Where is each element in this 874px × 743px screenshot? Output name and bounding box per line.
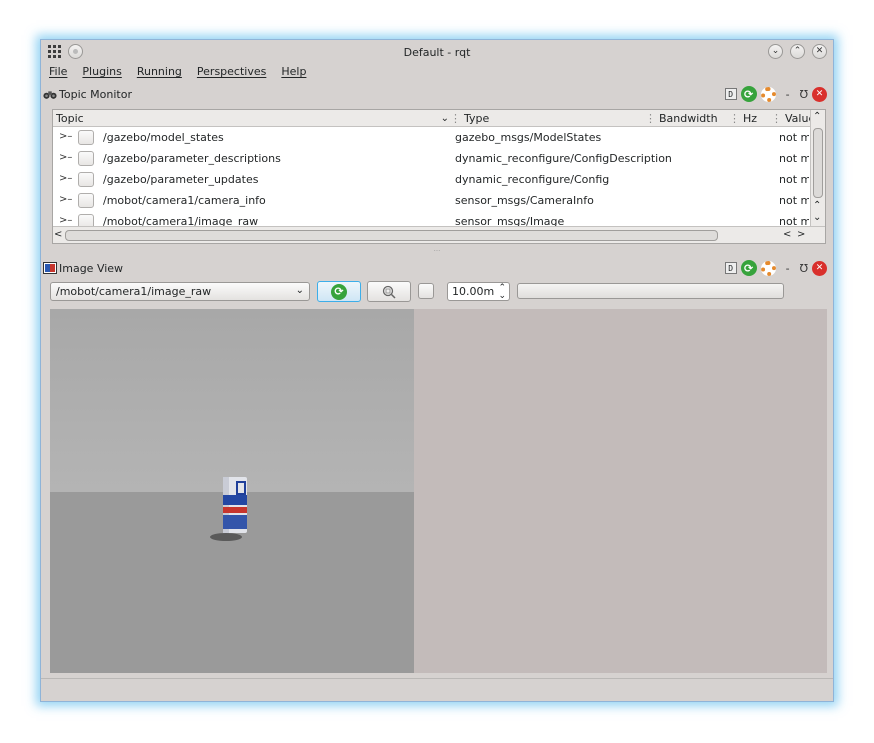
scroll-left-icon[interactable]: < [54, 229, 62, 240]
expand-arrow-icon[interactable]: >– [59, 194, 72, 205]
row-type: sensor_msgs/CameraInfo [455, 194, 594, 207]
row-value: not mo [779, 131, 809, 144]
topic-tree: Topic ⌄ ⋮ Type ⋮ Bandwidth ⋮ Hz ⋮ Value >– /… [52, 109, 826, 244]
vertical-scroll-thumb[interactable] [813, 128, 823, 198]
image-view-dock-title: Image View [43, 259, 123, 277]
horizontal-scrollbar[interactable]: < < > [53, 226, 825, 243]
scroll-left-icon[interactable]: < [783, 229, 791, 240]
expand-arrow-icon[interactable]: >– [59, 173, 72, 184]
row-checkbox[interactable] [78, 214, 94, 226]
scroll-down-icon[interactable]: ⌄ [813, 212, 821, 223]
column-header-hz[interactable]: ⋮ Hz [729, 111, 757, 126]
image-view-icon [43, 262, 57, 274]
refresh-topics-button[interactable]: ⟳ [317, 281, 361, 302]
minimize-dock-button[interactable]: - [786, 88, 790, 101]
scroll-up-icon[interactable]: ⌃ [813, 111, 821, 122]
table-row[interactable]: >– /mobot/camera1/camera_info sensor_msg… [53, 190, 811, 211]
image-background-area [414, 309, 827, 673]
close-dock-icon[interactable]: ✕ [812, 86, 827, 102]
chevron-down-icon: ⌄ [295, 285, 304, 296]
status-bar [41, 678, 833, 702]
debug-button[interactable]: D [724, 88, 737, 100]
topic-monitor-dock-buttons: D ⟳ - Ʊ ✕ [724, 85, 827, 103]
title-bar: Default - rqt ⌄ ⌃ ✕ [41, 40, 833, 64]
reload-icon[interactable]: ⟳ [740, 260, 757, 276]
refresh-icon: ⟳ [331, 283, 347, 300]
menu-running[interactable]: Running [137, 65, 182, 83]
maximize-window-button[interactable]: ⌃ [790, 44, 805, 59]
help-lifebuoy-icon[interactable] [760, 86, 776, 102]
row-checkbox[interactable] [78, 193, 94, 208]
table-row[interactable]: >– /gazebo/parameter_updates dynamic_rec… [53, 169, 811, 190]
topic-monitor-title: Topic Monitor [59, 87, 132, 101]
row-topic: /gazebo/parameter_descriptions [103, 152, 281, 165]
row-topic: /mobot/camera1/image_raw [103, 215, 259, 226]
scroll-right-icon[interactable]: > [797, 229, 805, 240]
topic-monitor-dock-title: Topic Monitor [43, 85, 132, 103]
max-range-spinbox[interactable]: 10.00m ⌃ ⌄ [447, 282, 510, 301]
window-title: Default - rqt [403, 45, 471, 59]
menu-file[interactable]: File [49, 65, 67, 83]
row-topic: /gazebo/model_states [103, 131, 224, 144]
expand-arrow-icon[interactable]: >– [59, 152, 72, 163]
dock-splitter[interactable]: ··· [41, 248, 833, 255]
close-dock-icon[interactable]: ✕ [812, 260, 827, 276]
row-checkbox[interactable] [78, 151, 94, 166]
menu-perspectives[interactable]: Perspectives [197, 65, 266, 83]
close-window-button[interactable]: ✕ [812, 44, 827, 59]
topic-select[interactable]: /mobot/camera1/image_raw ⌄ [50, 282, 310, 301]
menu-plugins[interactable]: Plugins [82, 65, 121, 83]
table-row[interactable]: >– /gazebo/model_states gazebo_msgs/Mode… [53, 127, 811, 148]
horizontal-scroll-thumb[interactable] [65, 230, 718, 241]
row-value: not mo [779, 194, 809, 207]
minimize-window-button[interactable]: ⌄ [768, 44, 783, 59]
float-dock-button[interactable]: Ʊ [800, 262, 808, 275]
menu-help[interactable]: Help [281, 65, 306, 83]
row-type: sensor_msgs/Image [455, 215, 565, 226]
table-row[interactable]: >– /mobot/camera1/image_raw sensor_msgs/… [53, 211, 811, 226]
zoom-icon [382, 285, 396, 299]
app-menu-icon[interactable] [47, 44, 62, 59]
can-object-image [210, 477, 247, 541]
row-type: dynamic_reconfigure/Config [455, 173, 610, 186]
debug-button[interactable]: D [724, 262, 737, 274]
column-header-bandwidth[interactable]: ⋮ Bandwidth [645, 111, 718, 126]
reload-icon[interactable]: ⟳ [740, 86, 757, 102]
image-view-toolbar: /mobot/camera1/image_raw ⌄ ⟳ 10.00m ⌃ ⌄ [50, 281, 826, 303]
row-topic: /mobot/camera1/camera_info [103, 194, 266, 207]
sort-chevron-icon: ⌄ [440, 113, 449, 124]
pin-icon[interactable] [68, 44, 83, 59]
row-value: not mo [779, 215, 809, 226]
row-checkbox[interactable] [78, 172, 94, 187]
float-dock-button[interactable]: Ʊ [800, 88, 808, 101]
minimize-dock-button[interactable]: - [786, 262, 790, 275]
scroll-up-icon[interactable]: ⌃ [813, 200, 821, 211]
table-row[interactable]: >– /gazebo/parameter_descriptions dynami… [53, 148, 811, 169]
help-lifebuoy-icon[interactable] [760, 260, 776, 276]
image-view-dock-buttons: D ⟳ - Ʊ ✕ [724, 259, 827, 277]
row-type: gazebo_msgs/ModelStates [455, 131, 602, 144]
menu-bar: File Plugins Running Perspectives Help [49, 65, 306, 83]
expand-arrow-icon[interactable]: >– [59, 215, 72, 226]
row-checkbox[interactable] [78, 130, 94, 145]
smooth-scaling-checkbox[interactable] [418, 283, 434, 299]
column-header-type[interactable]: ⋮ Type [450, 111, 489, 126]
spin-arrows-icon[interactable]: ⌃ ⌄ [498, 284, 506, 301]
column-header-value[interactable]: ⋮ Value [771, 111, 815, 126]
row-topic: /gazebo/parameter_updates [103, 173, 259, 186]
tree-header: Topic ⌄ ⋮ Type ⋮ Bandwidth ⋮ Hz ⋮ Value [53, 110, 815, 127]
camera-image [50, 309, 414, 673]
row-type: dynamic_reconfigure/ConfigDescription [455, 152, 672, 165]
column-header-topic[interactable]: Topic ⌄ [56, 111, 451, 126]
row-value: not mo [779, 152, 809, 165]
image-view-title: Image View [59, 261, 124, 275]
zoom-button[interactable] [367, 281, 411, 302]
vertical-scrollbar[interactable]: ⌃ ⌃ ⌄ [810, 110, 825, 227]
publish-click-location-field[interactable] [517, 283, 784, 299]
binoculars-icon [43, 91, 57, 99]
expand-arrow-icon[interactable]: >– [59, 131, 72, 142]
rqt-window: Default - rqt ⌄ ⌃ ✕ File Plugins Running… [40, 39, 834, 702]
row-value: not mo [779, 173, 809, 186]
